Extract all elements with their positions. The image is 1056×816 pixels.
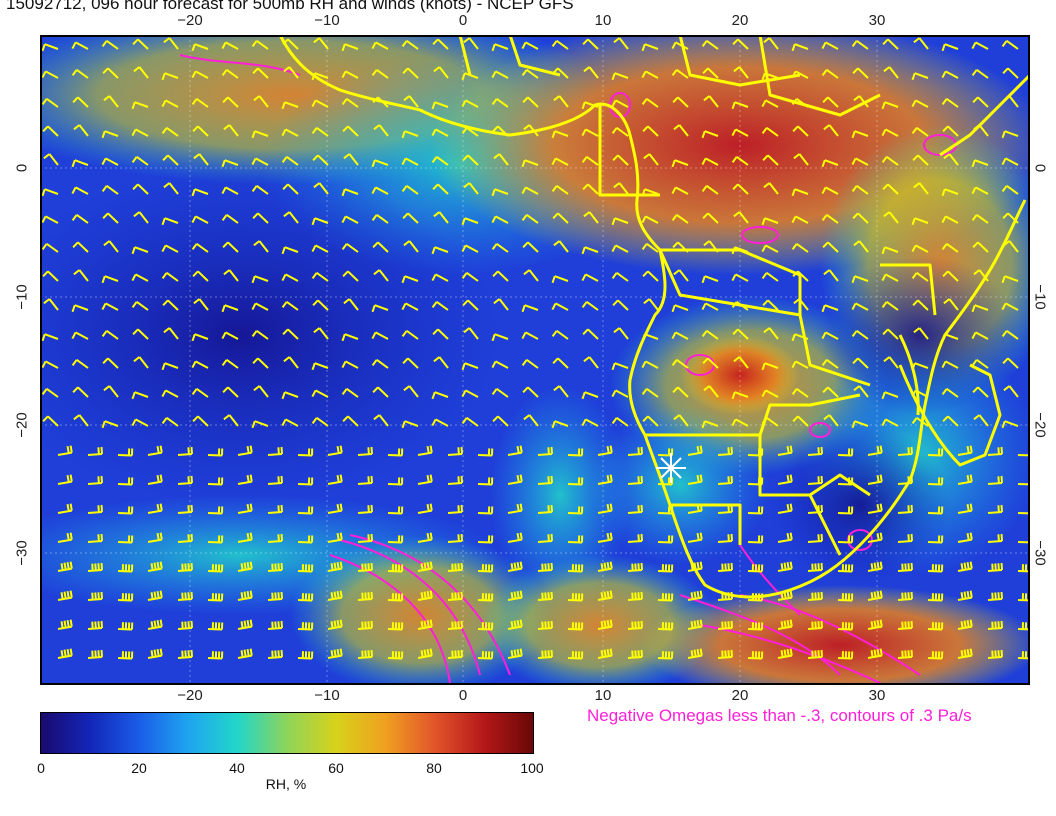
dry-area (770, 425, 950, 585)
top-tick: −10 (314, 12, 340, 29)
colorbar-tick: 80 (426, 760, 442, 776)
rh-wind-map (40, 35, 1030, 685)
map-title: 15092712, 096 hour forecast for 500mb RH… (6, 0, 574, 13)
top-tick: 30 (868, 12, 886, 29)
colorbar-tick: 100 (520, 760, 544, 776)
colorbar-label: RH, % (265, 776, 307, 792)
left-tick: −30 (13, 540, 31, 566)
left-tick: −20 (13, 412, 31, 438)
colorbar-tick: 0 (37, 760, 45, 776)
right-tick: −30 (1031, 540, 1049, 566)
bottom-tick: 20 (731, 687, 749, 704)
dry-area (820, 255, 1020, 415)
bottom-tick: −20 (177, 687, 203, 704)
right-tick: −10 (1031, 284, 1049, 310)
top-tick: 0 (458, 12, 468, 29)
top-tick: 10 (594, 12, 612, 29)
top-tick: 20 (731, 12, 749, 29)
right-tick: 0 (1031, 163, 1049, 173)
bottom-tick: 30 (868, 687, 886, 704)
bottom-tick: −10 (314, 687, 340, 704)
bottom-tick: 10 (594, 687, 612, 704)
colorbar-tick: 20 (131, 760, 147, 776)
colorbar-tick: 40 (229, 760, 245, 776)
left-tick: 0 (13, 163, 31, 173)
right-tick: −20 (1031, 412, 1049, 438)
left-tick: −10 (13, 284, 31, 310)
top-tick: −20 (177, 12, 203, 29)
omega-legend-note: Negative Omegas less than -.3, contours … (587, 706, 972, 725)
bottom-tick: 0 (458, 687, 468, 704)
rh-colorbar (40, 712, 534, 754)
colorbar-tick: 60 (328, 760, 344, 776)
